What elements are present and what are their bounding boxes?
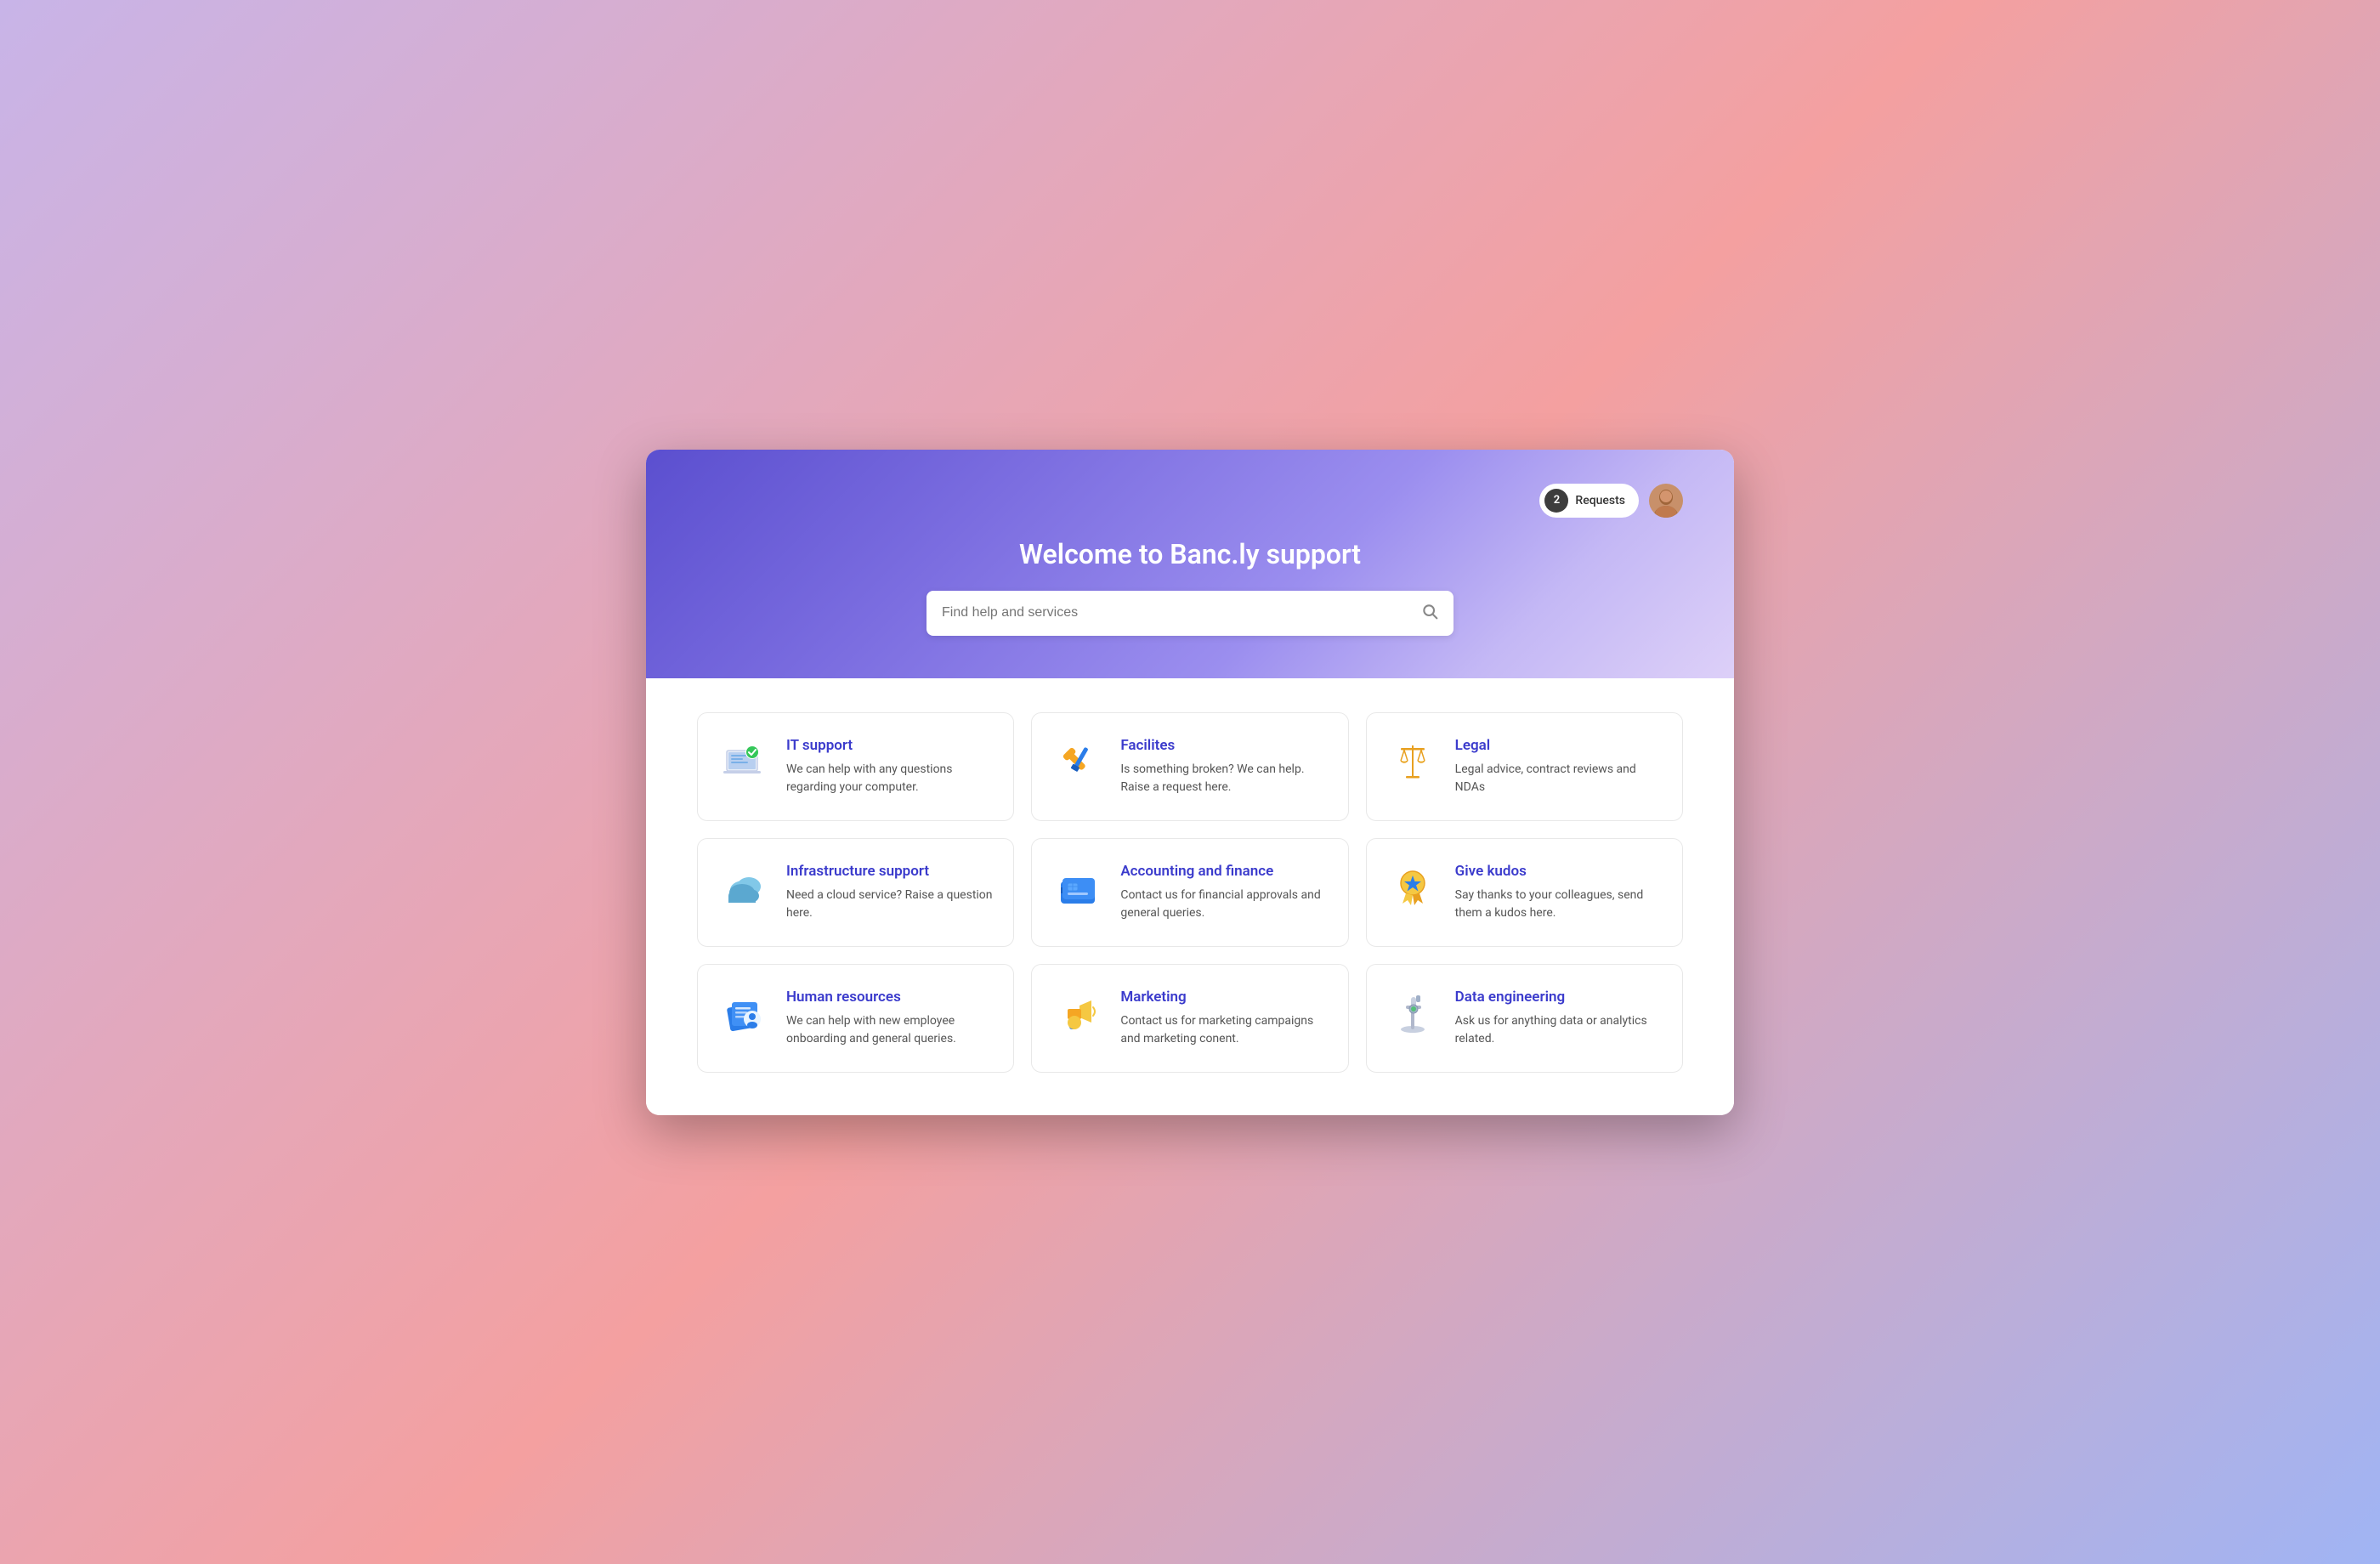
requests-count: 2 [1544, 489, 1568, 513]
card-facilities-content: Facilites Is something broken? We can he… [1120, 737, 1327, 796]
card-accounting-content: Accounting and finance Contact us for fi… [1120, 863, 1327, 922]
tools-icon [1052, 737, 1103, 788]
card-infrastructure-desc: Need a cloud service? Raise a question h… [786, 887, 993, 922]
card-hr-content: Human resources We can help with new emp… [786, 989, 993, 1048]
requests-badge[interactable]: 2 Requests [1539, 484, 1639, 518]
search-icon[interactable] [1421, 603, 1438, 624]
kudos-icon [1387, 863, 1438, 914]
requests-label: Requests [1575, 494, 1625, 507]
card-data-engineering-content: Data engineering Ask us for anything dat… [1455, 989, 1662, 1048]
card-it-support-desc: We can help with any questions regarding… [786, 761, 993, 796]
header-section: 2 Requests Welcome to Banc.ly support [646, 450, 1734, 678]
avatar[interactable] [1649, 484, 1683, 518]
card-facilities-desc: Is something broken? We can help. Raise … [1120, 761, 1327, 796]
card-infrastructure-content: Infrastructure support Need a cloud serv… [786, 863, 993, 922]
main-window: 2 Requests Welcome to Banc.ly support [646, 450, 1734, 1115]
card-kudos[interactable]: Give kudos Say thanks to your colleagues… [1366, 838, 1683, 947]
megaphone-icon [1052, 989, 1103, 1040]
content-section: IT support We can help with any question… [646, 678, 1734, 1115]
cloud-icon [718, 863, 769, 914]
card-data-engineering-title: Data engineering [1455, 989, 1662, 1006]
card-hr[interactable]: Human resources We can help with new emp… [697, 964, 1014, 1073]
services-grid: IT support We can help with any question… [697, 712, 1683, 1073]
card-accounting-desc: Contact us for financial approvals and g… [1120, 887, 1327, 922]
card-marketing-content: Marketing Contact us for marketing campa… [1120, 989, 1327, 1048]
card-hr-title: Human resources [786, 989, 993, 1006]
scales-icon [1387, 737, 1438, 788]
finance-icon [1052, 863, 1103, 914]
laptop-check-icon [718, 737, 769, 788]
card-infrastructure-title: Infrastructure support [786, 863, 993, 880]
card-marketing-title: Marketing [1120, 989, 1327, 1006]
card-kudos-title: Give kudos [1455, 863, 1662, 880]
card-facilities[interactable]: Facilites Is something broken? We can he… [1031, 712, 1348, 821]
search-input[interactable] [942, 605, 1411, 620]
card-accounting-title: Accounting and finance [1120, 863, 1327, 880]
card-legal-content: Legal Legal advice, contract reviews and… [1455, 737, 1662, 796]
card-infrastructure[interactable]: Infrastructure support Need a cloud serv… [697, 838, 1014, 947]
page-title: Welcome to Banc.ly support [1019, 538, 1361, 570]
card-legal-title: Legal [1455, 737, 1662, 754]
card-it-support-title: IT support [786, 737, 993, 754]
card-marketing-desc: Contact us for marketing campaigns and m… [1120, 1012, 1327, 1048]
card-hr-desc: We can help with new employee onboarding… [786, 1012, 993, 1048]
card-legal-desc: Legal advice, contract reviews and NDAs [1455, 761, 1662, 796]
header-top-bar: 2 Requests [697, 484, 1683, 518]
card-facilities-title: Facilites [1120, 737, 1327, 754]
hr-icon [718, 989, 769, 1040]
card-marketing[interactable]: Marketing Contact us for marketing campa… [1031, 964, 1348, 1073]
microscope-icon [1387, 989, 1438, 1040]
card-data-engineering[interactable]: Data engineering Ask us for anything dat… [1366, 964, 1683, 1073]
card-accounting[interactable]: Accounting and finance Contact us for fi… [1031, 838, 1348, 947]
card-kudos-content: Give kudos Say thanks to your colleagues… [1455, 863, 1662, 922]
card-it-support-content: IT support We can help with any question… [786, 737, 993, 796]
card-legal[interactable]: Legal Legal advice, contract reviews and… [1366, 712, 1683, 821]
card-it-support[interactable]: IT support We can help with any question… [697, 712, 1014, 821]
search-bar [926, 591, 1454, 636]
card-kudos-desc: Say thanks to your colleagues, send them… [1455, 887, 1662, 922]
card-data-engineering-desc: Ask us for anything data or analytics re… [1455, 1012, 1662, 1048]
